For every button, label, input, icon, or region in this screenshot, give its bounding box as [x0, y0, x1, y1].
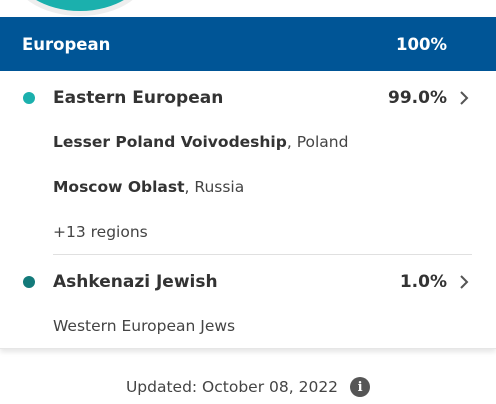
category-percent: 1.0% [399, 272, 447, 292]
color-dot-icon [23, 276, 35, 288]
region-name: Lesser Poland Voivodeship [53, 133, 287, 151]
region-name: Moscow Oblast [53, 178, 185, 196]
region-title: European [22, 34, 111, 54]
category-row-ashkenazi-jewish[interactable]: Ashkenazi Jewish 1.0% [0, 267, 496, 297]
region-item: Moscow Oblast, Russia [53, 178, 244, 196]
footer: Updated: October 08, 2022 i [0, 372, 496, 402]
region-percent: 100% [396, 34, 447, 54]
more-regions-link[interactable]: +13 regions [53, 223, 148, 241]
category-row-eastern-european[interactable]: Eastern European 99.0% [0, 83, 496, 113]
divider [53, 254, 472, 255]
ancestry-card: European 100% Eastern European 99.0% Les… [0, 17, 496, 349]
region-country: , Russia [184, 178, 245, 196]
chevron-right-icon[interactable] [457, 90, 471, 106]
category-percent: 99.0% [388, 88, 447, 108]
region-item: Lesser Poland Voivodeship, Poland [53, 133, 348, 151]
region-country: , Poland [286, 133, 349, 151]
ancestry-ring-graphic [10, 0, 150, 16]
category-subtext: Western European Jews [53, 317, 236, 335]
category-name: Ashkenazi Jewish [53, 272, 218, 292]
chevron-right-icon[interactable] [457, 274, 471, 290]
info-icon[interactable]: i [350, 377, 371, 397]
color-dot-icon [23, 92, 35, 104]
region-header: European 100% [0, 17, 496, 71]
category-name: Eastern European [53, 88, 224, 108]
updated-date: Updated: October 08, 2022 [125, 378, 339, 396]
